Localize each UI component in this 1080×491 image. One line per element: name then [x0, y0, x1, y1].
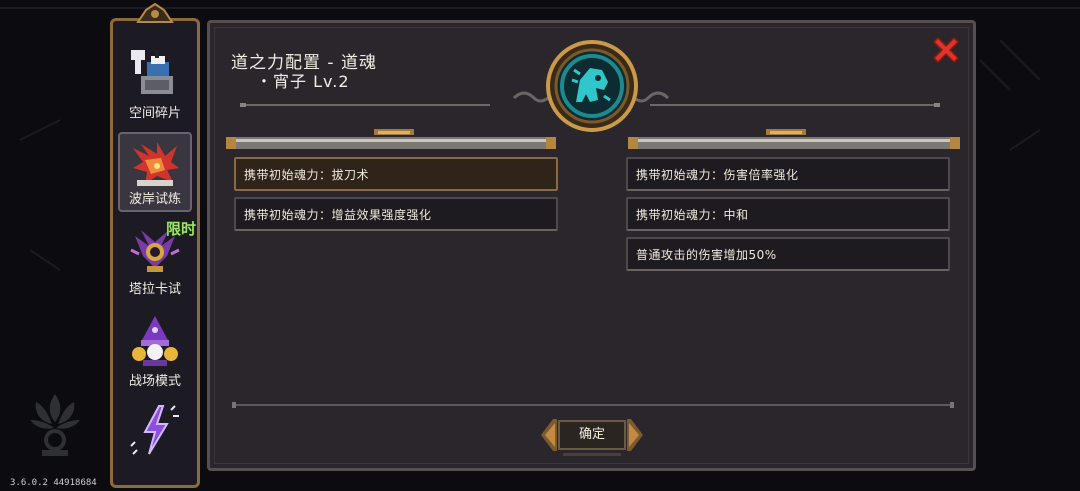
soul-slot-item[interactable]: 携带初始魂力：增益效果强度强化 — [234, 197, 558, 231]
space-fragment-icon — [131, 50, 173, 94]
dao-soul-emblem-icon — [546, 40, 638, 132]
sidebar-item-battlefield-mode[interactable]: 战场模式 — [118, 310, 192, 392]
sidebar-item-label: 战场模式 — [128, 374, 181, 389]
purple-lightning-icon — [130, 405, 179, 455]
title-divider-left — [240, 103, 490, 107]
left-column-header-bar — [226, 129, 556, 149]
sidebar-item-taraka-trial[interactable]: 限时 塔拉卡试 — [118, 218, 196, 300]
sidebar-item-label: 塔拉卡试 — [128, 282, 181, 297]
left-slot-list: 携带初始魂力：拔刀术 携带初始魂力：增益效果强度强化 — [234, 157, 558, 237]
soul-slot-item[interactable]: 普通攻击的伤害增加50% — [626, 237, 950, 271]
title-divider-right — [650, 103, 940, 107]
sidebar-item-shore-trial[interactable]: 波岸试炼 — [118, 132, 192, 212]
lotus-icon — [30, 394, 80, 456]
right-slot-list: 携带初始魂力：伤害倍率强化 携带初始魂力：中和 普通攻击的伤害增加50% — [626, 157, 950, 277]
soul-slot-item[interactable]: 携带初始魂力：拔刀术 — [234, 157, 558, 191]
battlefield-wizard-icon — [132, 316, 178, 366]
soul-slot-item[interactable]: 携带初始魂力：中和 — [626, 197, 950, 231]
limited-time-badge: 限时 — [165, 220, 196, 238]
confirm-button[interactable] — [541, 413, 643, 457]
version-text: 3.6.0.2 44918684 — [10, 478, 97, 488]
sidebar-item-label — [118, 463, 192, 466]
red-phoenix-icon — [133, 142, 179, 186]
sidebar-item-space-fragment[interactable]: 空间碎片 — [118, 42, 192, 124]
bottom-divider — [232, 402, 954, 408]
panel-subtitle: ・宵子 Lv.2 — [256, 72, 350, 91]
right-column-header-bar — [628, 129, 960, 149]
close-icon[interactable] — [930, 34, 962, 66]
sidebar-crest-ornament — [136, 2, 174, 23]
soul-slot-item[interactable]: 携带初始魂力：伤害倍率强化 — [626, 157, 950, 191]
sidebar-item-lightning-mode[interactable] — [118, 400, 192, 466]
sidebar-item-label: 空间碎片 — [128, 106, 181, 121]
